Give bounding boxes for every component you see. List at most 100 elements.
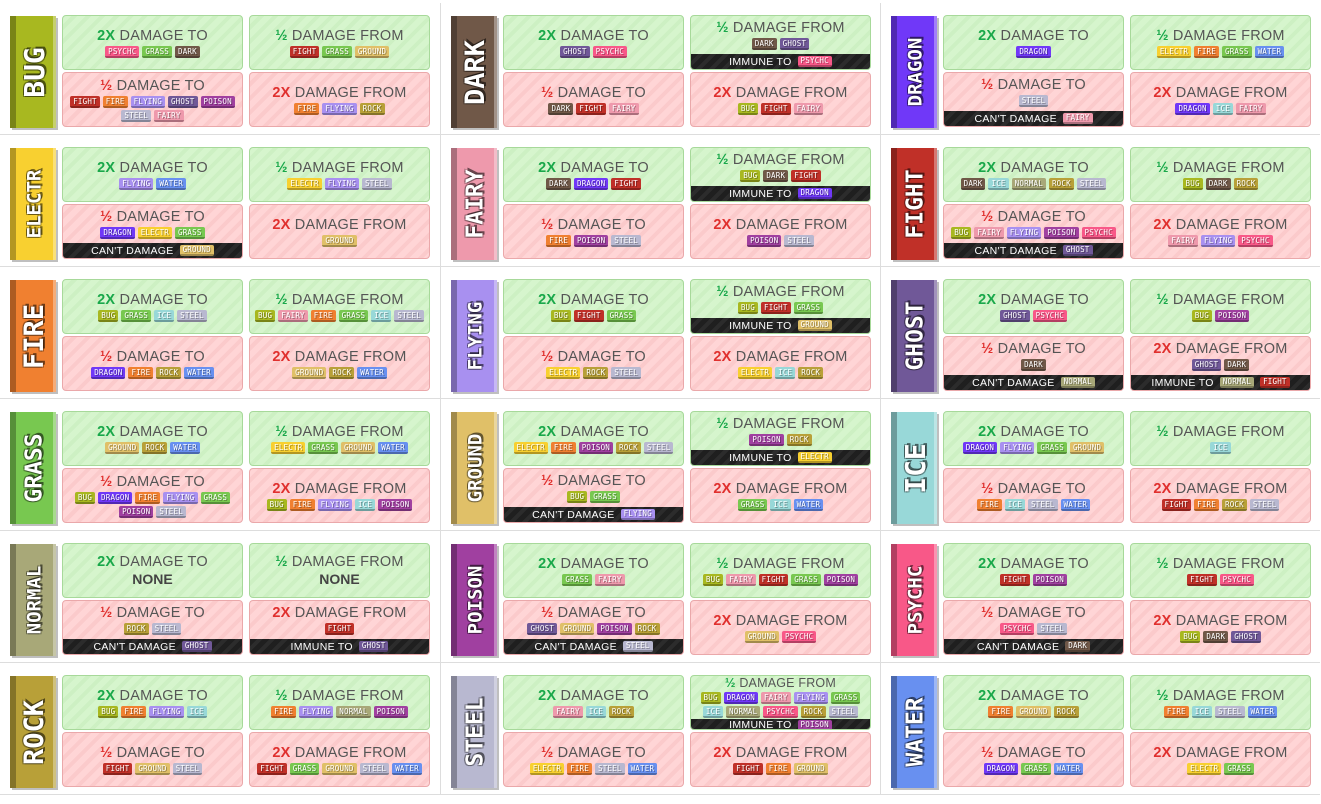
box-label: DAMAGE FROM <box>1171 744 1288 761</box>
box-title: ½ DAMAGE TO <box>100 78 205 94</box>
type-tag-fire: FIRE <box>765 762 791 775</box>
type-tag-fight: FIGHT <box>758 573 789 586</box>
box-label: DAMAGE FROM <box>728 20 845 36</box>
type-name: GHOST <box>902 301 929 371</box>
type-tag-rock: ROCK <box>359 102 385 115</box>
type-tag-steel: STEEL <box>172 762 203 775</box>
type-tag-grass: GRASS <box>1222 45 1252 58</box>
box-label: DAMAGE TO <box>553 84 646 101</box>
type-tags: BUG FAIRY FIGHT GRASS POISON <box>702 573 859 586</box>
type-tag-normal: NORMAL <box>726 706 761 718</box>
box-title: 2X DAMAGE TO <box>97 160 208 176</box>
type-tags: ICE <box>1210 441 1231 454</box>
type-tags: DARK GHOST <box>751 38 810 50</box>
type-tag-poison: POISON <box>119 505 154 518</box>
type-tag-bug: BUG <box>702 573 724 586</box>
type-tag-steel: STEEL <box>394 309 424 322</box>
multiplier: 2X <box>1153 216 1172 233</box>
type-tag-flying: FLYING <box>322 102 357 115</box>
type-tag-dragon: DRAGON <box>1016 45 1051 58</box>
box-content: ½ DAMAGE FROM BUG FIGHT GRASS <box>691 280 870 318</box>
box-content: ½ DAMAGE TO BUG FAIRY FLYING POISON PSYCHC <box>944 205 1123 243</box>
multiplier: 2X <box>713 84 732 101</box>
type-tags: FIGHT POISON <box>1000 573 1067 586</box>
type-banner: ICE <box>891 412 937 524</box>
box-title: 2X DAMAGE FROM <box>713 217 847 233</box>
box-title: ½ DAMAGE FROM <box>275 688 403 704</box>
type-tag-ghost: GHOST <box>527 623 558 635</box>
type-tags: BUG FIRE FLYING ICE <box>98 705 207 718</box>
multiplier: ½ <box>981 209 994 225</box>
type-tag-psychc: PSYCHC <box>1238 234 1273 247</box>
type-name: ICE <box>899 442 933 494</box>
box-label: DAMAGE FROM <box>290 216 407 233</box>
damage-from-2x-box: 2X DAMAGE FROM FIRE FLYING ROCK <box>249 72 430 127</box>
type-tag-fairy: FAIRY <box>595 573 625 586</box>
type-tag-dragon: DRAGON <box>797 188 832 199</box>
box-label: DAMAGE FROM <box>1168 687 1285 704</box>
type-tag-poison: POISON <box>797 719 832 729</box>
damage-from-half-box: ½ DAMAGE FROM BUG FAIRY FIRE GRASS ICE STEEL <box>249 279 430 334</box>
type-tag-grass: GRASS <box>1037 441 1067 454</box>
box-content: ½ DAMAGE TO STEEL <box>944 73 1123 111</box>
multiplier: ½ <box>541 605 554 621</box>
type-tag-ice: ICE <box>702 706 724 718</box>
box-content: ½ DAMAGE FROM FIGHT PSYCHC <box>1131 544 1310 597</box>
box-title: 2X DAMAGE FROM <box>272 85 406 101</box>
damage-from-2x-box: 2X DAMAGE FROM ELECTR ICE ROCK <box>690 336 871 391</box>
damage-from-half-box: ½ DAMAGE FROM BUG POISON <box>1130 279 1311 334</box>
box-title: ½ DAMAGE TO <box>541 473 646 489</box>
type-tag-fight: FIGHT <box>324 623 355 635</box>
damage-from-2x-box: 2X DAMAGE FROM BUG DARK GHOST <box>1130 600 1311 655</box>
box-content: 2X DAMAGE FROM BUG DARK GHOST <box>1131 601 1310 654</box>
box-title: ½ DAMAGE FROM <box>275 292 403 308</box>
box-title: ½ DAMAGE FROM <box>275 554 403 570</box>
type-tag-water: WATER <box>357 366 387 379</box>
box-label: DAMAGE FROM <box>731 612 848 629</box>
type-tag-fight: FIGHT <box>1161 498 1192 511</box>
type-tag-bug: BUG <box>550 309 571 322</box>
box-content: ½ DAMAGE FROM BUG DARK ROCK <box>1131 148 1310 201</box>
type-tag-steel: STEEL <box>1076 177 1107 190</box>
type-tag-psychc: PSYCHC <box>105 45 140 58</box>
multiplier: 2X <box>538 291 557 308</box>
damage-from-half-box: ½ DAMAGE FROM BUG DRAGON FAIRY FLYING GRASS IC… <box>690 675 871 730</box>
box-label: DAMAGE FROM <box>731 744 848 761</box>
type-tag-normal: NORMAL <box>336 705 371 718</box>
type-tag-ghost: GHOST <box>1231 630 1261 643</box>
type-tag-grass: GRASS <box>142 45 172 58</box>
box-title: ½ DAMAGE TO <box>981 209 1086 225</box>
type-tag-dark: DARK <box>1205 177 1231 190</box>
damage-to-half-box: ½ DAMAGE TO FIRE POISON STEEL <box>503 204 684 259</box>
box-title: 2X DAMAGE TO <box>538 292 649 308</box>
box-title: ½ DAMAGE TO <box>541 745 646 761</box>
box-content: 2X DAMAGE TO GHOST PSYCHC <box>944 280 1123 333</box>
type-banner: GHOST <box>891 280 937 392</box>
damage-from-half-box: ½ DAMAGE FROM BUG FAIRY FIGHT GRASS POISON <box>690 543 871 598</box>
type-tag-steel: STEEL <box>362 177 392 190</box>
box-label: DAMAGE FROM <box>728 284 845 300</box>
type-tag-psychc: PSYCHC <box>782 630 817 643</box>
type-banner: NORMAL <box>10 544 56 656</box>
type-tag-flying: FLYING <box>620 509 655 520</box>
box-content: 2X DAMAGE TO NONE <box>63 544 242 597</box>
type-tag-fairy: FAIRY <box>1235 102 1266 115</box>
cant-damage-bar: CAN'T DAMAGE DARK <box>944 639 1123 654</box>
damage-from-half-box: ½ DAMAGE FROM ELECTR FIRE GRASS WATER <box>1130 15 1311 70</box>
damage-to-2x-box: 2X DAMAGE TO DRAGON FLYING GRASS GROUND <box>943 411 1124 466</box>
box-content: ½ DAMAGE FROM BUG FAIRY FIRE GRASS ICE STEEL <box>250 280 429 333</box>
type-tags: GHOST PSYCHC <box>560 45 627 58</box>
type-tag-ground: GROUND <box>560 623 595 635</box>
type-tag-grass: GRASS <box>322 45 352 58</box>
type-tags: BUG FIRE FLYING ICE POISON <box>266 498 413 511</box>
type-tag-steel: STEEL <box>643 441 674 454</box>
type-tag-ground: GROUND <box>341 441 376 454</box>
type-tag-bug: BUG <box>266 498 287 511</box>
multiplier: 2X <box>272 480 291 497</box>
type-tag-electr: ELECTR <box>1187 762 1222 775</box>
damage-to-half-box: ½ DAMAGE TO BUG FAIRY FLYING POISON PSYCHC CAN… <box>943 204 1124 259</box>
type-tag-normal: NORMAL <box>1060 377 1095 388</box>
type-cell-grass: GRASS 2X DAMAGE TO GROUND ROCK WATER ½ DAMAGE… <box>0 399 440 531</box>
box-label: DAMAGE FROM <box>728 152 845 168</box>
box-content: 2X DAMAGE TO GROUND ROCK WATER <box>63 412 242 465</box>
